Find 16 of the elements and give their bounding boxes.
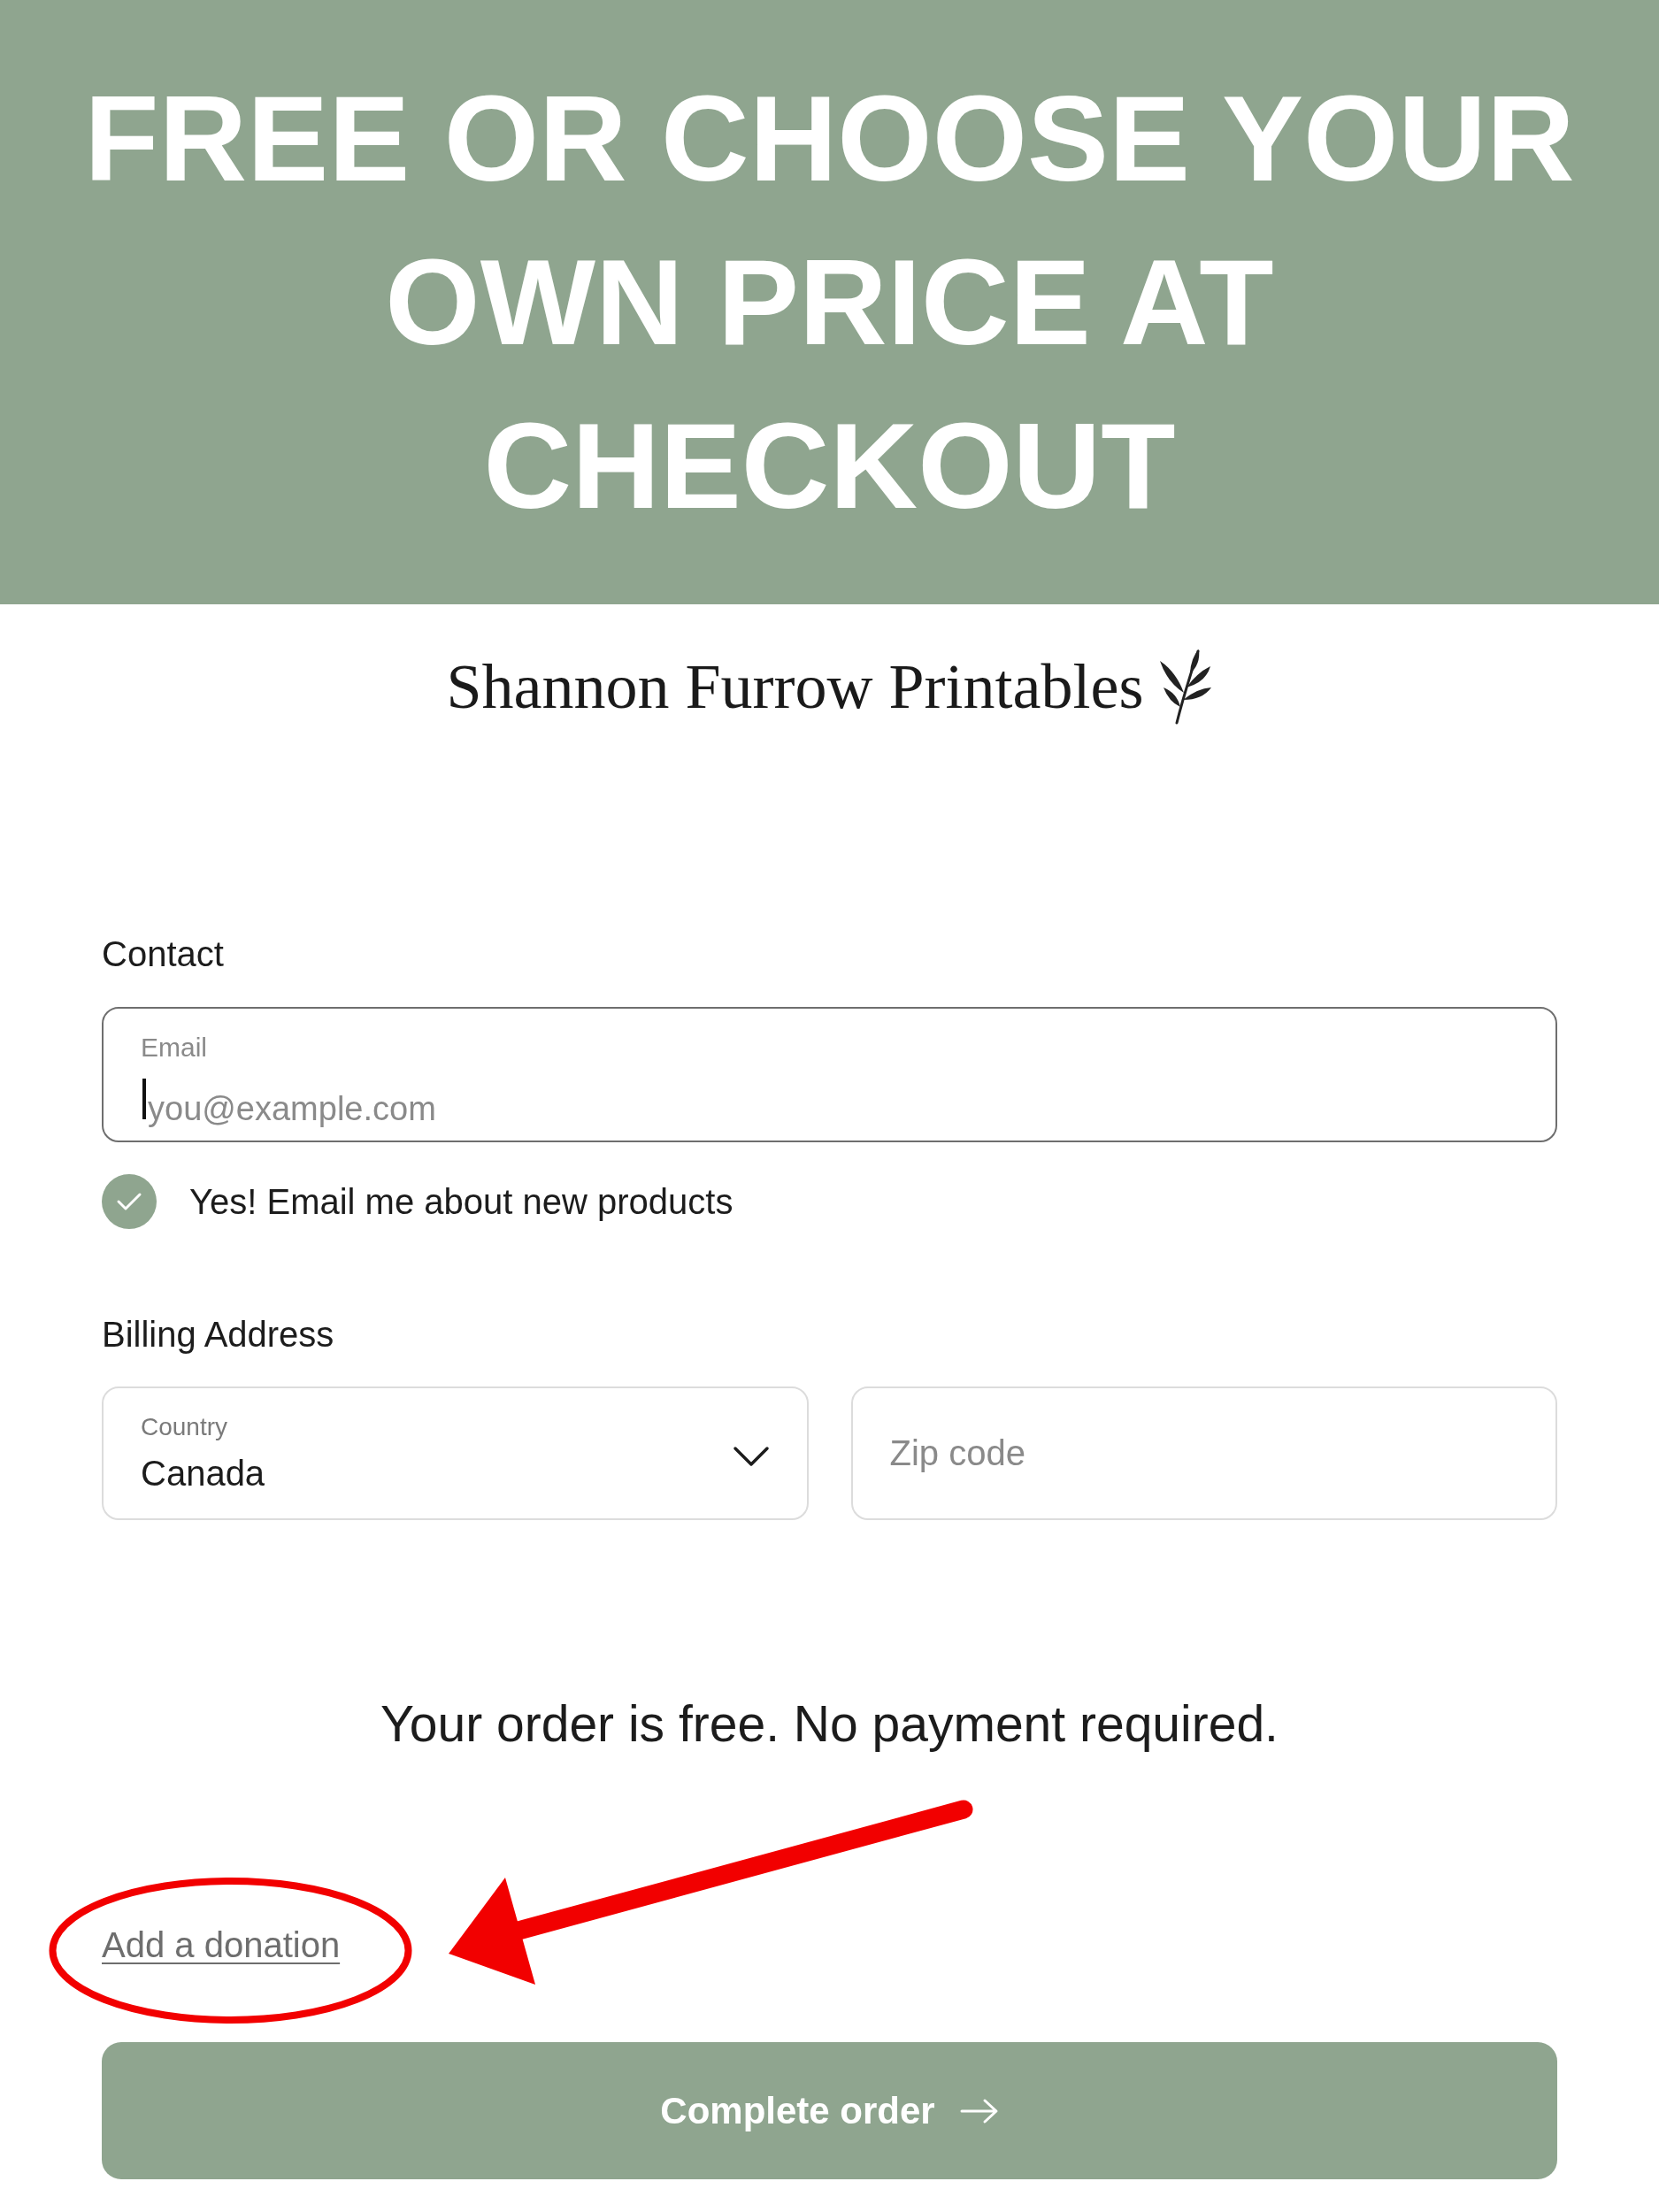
- store-name: Shannon Furrow Printables: [446, 650, 1144, 724]
- donation-link[interactable]: Add a donation: [102, 1925, 341, 1964]
- arrow-right-icon: [959, 2097, 999, 2124]
- complete-order-button[interactable]: Complete order: [102, 2042, 1557, 2179]
- banner-headline: FREE OR CHOOSE YOUR OWN PRICE AT CHECKOUT: [83, 69, 1576, 535]
- checkbox-label: Yes! Email me about new products: [189, 1181, 733, 1223]
- checkmark-icon: [116, 1192, 142, 1211]
- order-message: Your order is free. No payment required.: [380, 1694, 1279, 1754]
- chevron-down-icon: [732, 1445, 770, 1467]
- field-label: Email: [141, 1033, 207, 1063]
- text-cursor-icon: [142, 1079, 146, 1119]
- section-heading: Billing Address: [102, 1315, 335, 1354]
- leaf-icon: [1157, 649, 1213, 725]
- country-select[interactable]: Country Canada: [102, 1386, 809, 1520]
- zip-field[interactable]: Zip code: [850, 1386, 1557, 1520]
- section-heading: Contact: [102, 934, 225, 973]
